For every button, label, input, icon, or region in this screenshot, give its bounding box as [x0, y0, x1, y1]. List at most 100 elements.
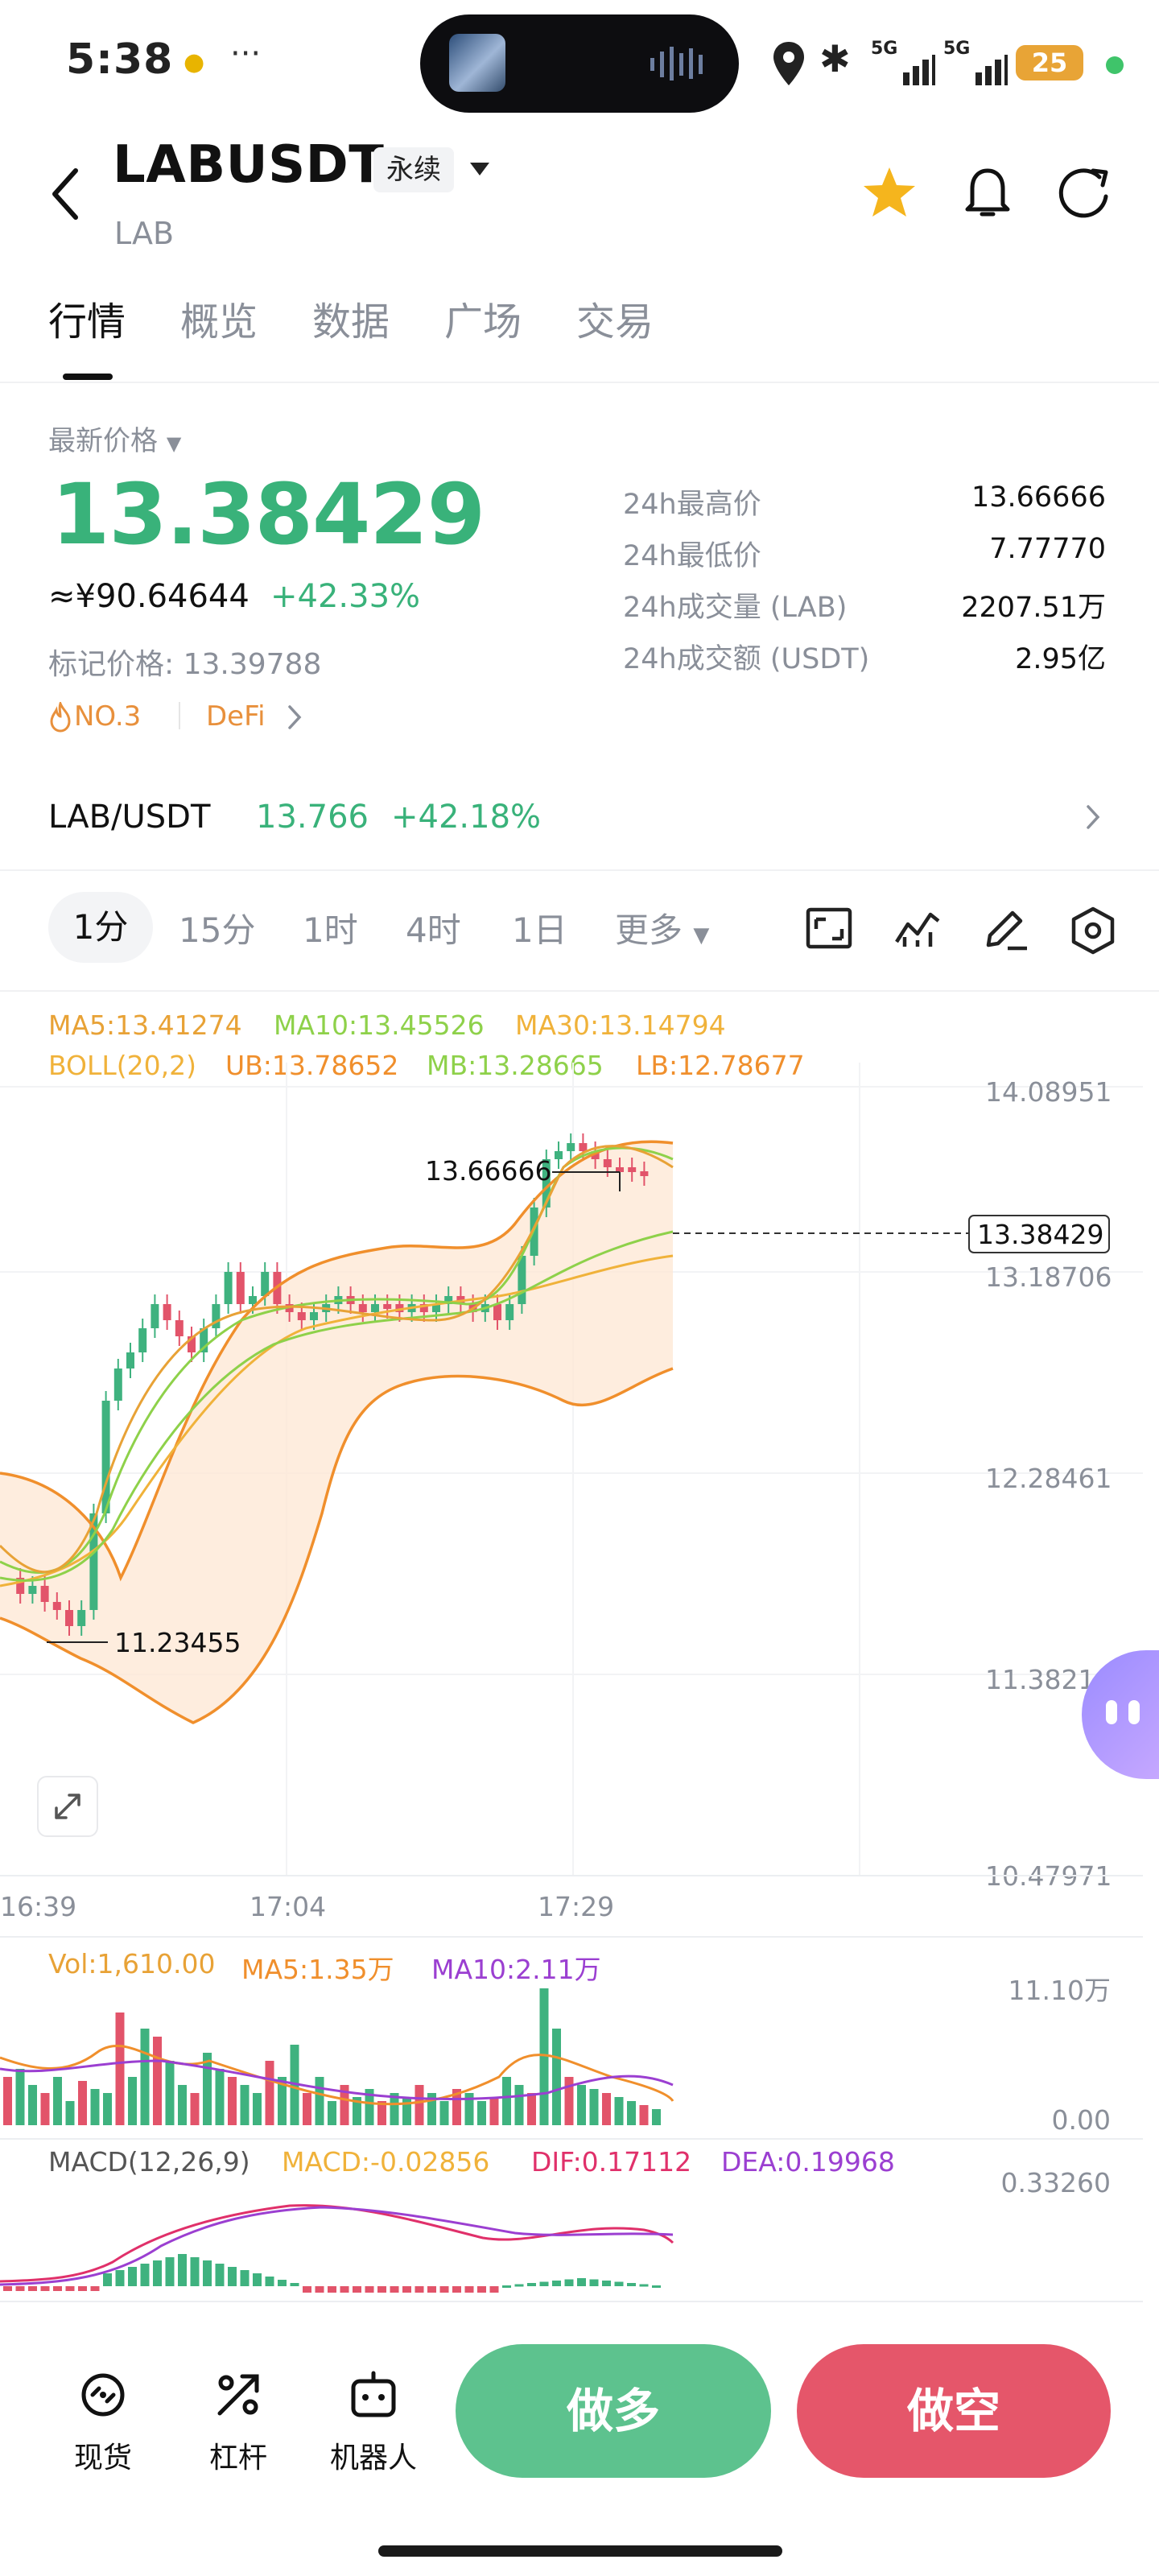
interval-1m[interactable]: 1分 — [48, 892, 153, 963]
more-dots-icon: ··· — [230, 35, 262, 72]
volume-bar — [439, 2101, 449, 2125]
candle — [52, 1602, 61, 1610]
volume-chart — [0, 1988, 674, 2125]
macd-bar — [427, 2286, 436, 2293]
ma30-legend: MA30:13.14794 — [515, 1009, 726, 1041]
margin-label: 杠杆 — [208, 2442, 267, 2475]
tab-data[interactable]: 数据 — [312, 290, 390, 346]
interval-4h[interactable]: 4时 — [406, 903, 461, 952]
dea-value: DEA:0.19968 — [721, 2146, 895, 2178]
volume-bar — [552, 2029, 561, 2125]
tab-market[interactable]: 行情 — [48, 290, 126, 346]
tab-square[interactable]: 广场 — [444, 290, 522, 346]
x-tick-2: 17:04 — [250, 1891, 326, 1922]
macd-bar — [415, 2286, 424, 2293]
candle — [249, 1296, 257, 1304]
x-tick-1: 16:39 — [0, 1891, 76, 1922]
candle — [567, 1143, 575, 1151]
macd-bar — [627, 2283, 636, 2286]
macd-bar — [253, 2273, 262, 2286]
fire-icon — [50, 702, 71, 733]
short-button[interactable]: 做空 — [797, 2344, 1111, 2478]
category-tag[interactable]: DeFi — [206, 700, 266, 733]
status-bar: 5:38 ● ··· ✱ 5G 5G 25 — [0, 0, 1159, 121]
chevron-right-icon[interactable] — [287, 704, 304, 731]
latest-price-label[interactable]: 最新价格 ▼ — [48, 419, 181, 458]
candle — [579, 1143, 588, 1151]
volume-bar — [589, 2089, 599, 2125]
spot-nav[interactable]: 现货 — [55, 2367, 151, 2476]
candle — [126, 1352, 134, 1368]
macd-bar — [278, 2280, 287, 2286]
candle — [628, 1167, 637, 1172]
volume-bar — [40, 2093, 50, 2125]
high-marker: 13.66666 — [425, 1155, 551, 1187]
fullscreen-button[interactable] — [37, 1776, 98, 1837]
ma10-legend: MA10:13.45526 — [274, 1009, 485, 1041]
candle — [28, 1586, 37, 1594]
interval-15m[interactable]: 15分 — [179, 903, 255, 952]
candle — [640, 1171, 649, 1176]
volume-bar — [128, 2077, 137, 2125]
candle — [65, 1610, 73, 1626]
battery-indicator: 25 — [1016, 45, 1083, 80]
volume-bar — [539, 1988, 549, 2125]
long-button[interactable]: 做多 — [456, 2344, 771, 2478]
interval-1d[interactable]: 1日 — [512, 903, 567, 952]
stat-value-volume: 2207.51万 — [961, 592, 1106, 624]
macd-bar — [78, 2286, 87, 2291]
volume-bar — [3, 2077, 12, 2125]
divider — [0, 2301, 1143, 2302]
media-thumbnail — [449, 34, 505, 92]
macd-bar — [290, 2283, 299, 2286]
macd-bar — [514, 2284, 524, 2287]
chart-screenshot-icon[interactable] — [805, 906, 853, 952]
spot-pair-name[interactable]: LAB/USDT — [48, 799, 210, 836]
macd-bar — [577, 2278, 586, 2286]
favorite-star-icon[interactable] — [861, 164, 918, 221]
tab-trade[interactable]: 交易 — [576, 290, 654, 346]
interval-more[interactable]: 更多 ▼ — [615, 903, 709, 952]
rank-badge[interactable]: NO.3 — [74, 700, 141, 733]
back-icon[interactable] — [47, 166, 84, 222]
volume-bar — [253, 2093, 262, 2125]
volume-bar — [28, 2085, 37, 2125]
macd-axis-max: 0.33260 — [1000, 2167, 1111, 2198]
interval-1h[interactable]: 1时 — [303, 903, 358, 952]
divider — [179, 702, 180, 729]
share-icon[interactable] — [1058, 164, 1114, 221]
indicator-icon[interactable] — [893, 906, 942, 952]
stat-label-volume: 24h成交量 (LAB) — [623, 592, 848, 624]
bot-nav[interactable]: 机器人 — [325, 2367, 422, 2476]
stat-value-turnover: 2.95亿 — [1015, 643, 1106, 675]
volume-bar — [328, 2101, 336, 2125]
candle — [40, 1586, 49, 1602]
draw-pen-icon[interactable] — [982, 906, 1030, 952]
vol-axis-max: 11.10万 — [1008, 1975, 1111, 2006]
macd-bar — [265, 2277, 274, 2286]
volume-bar — [402, 2097, 411, 2125]
macd-bar — [602, 2281, 611, 2286]
macd-bar — [190, 2257, 200, 2286]
contract-type-tag[interactable]: 永续 — [373, 147, 454, 192]
volume-bar — [65, 2101, 75, 2125]
macd-bar — [240, 2270, 250, 2286]
volume-bar — [652, 2109, 661, 2125]
macd-bar — [40, 2286, 50, 2291]
candle — [383, 1304, 392, 1309]
stat-label-high: 24h最高价 — [623, 489, 761, 521]
volume-bar — [190, 2093, 200, 2125]
candle — [493, 1304, 501, 1320]
macd-bar — [3, 2286, 12, 2291]
stat-label-turnover: 24h成交额 (USDT) — [623, 643, 870, 675]
settings-hex-icon[interactable] — [1069, 906, 1117, 955]
volume-bar — [115, 2013, 125, 2125]
margin-nav[interactable]: 杠杆 — [190, 2367, 287, 2476]
candle — [603, 1159, 612, 1167]
macd-bar — [115, 2270, 125, 2286]
divider — [0, 869, 1159, 871]
caret-down-icon[interactable] — [468, 161, 491, 179]
chevron-right-icon[interactable] — [1085, 803, 1103, 831]
tab-overview[interactable]: 概览 — [180, 290, 258, 346]
bell-icon[interactable] — [961, 164, 1014, 221]
